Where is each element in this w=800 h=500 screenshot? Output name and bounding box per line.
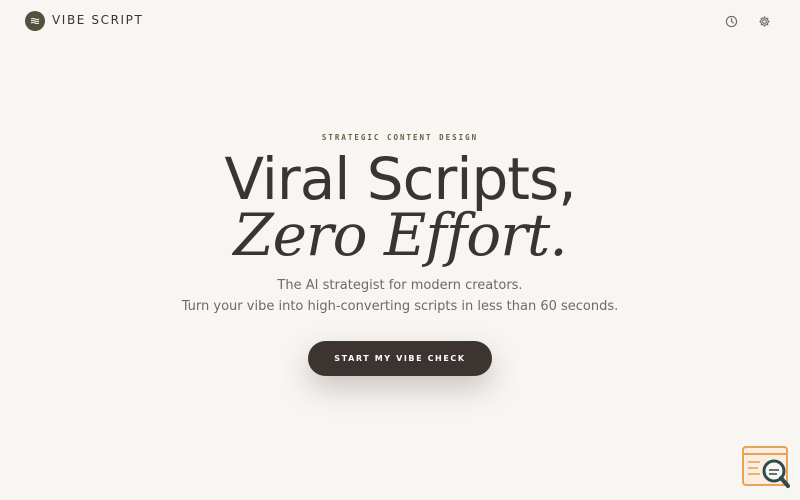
hero-subtitle-line1: The AI strategist for modern creators. [277, 278, 523, 293]
search-document-widget[interactable] [742, 446, 790, 490]
gear-icon [758, 15, 770, 27]
settings-button[interactable] [757, 14, 771, 28]
hero-subtitle-line2: Turn your vibe into high-converting scri… [181, 299, 619, 314]
header: VIBE SCRIPT [0, 0, 800, 42]
hero-title-line2: Zero Effort. [233, 201, 567, 269]
history-button[interactable] [724, 14, 738, 28]
page: VIBE SCRIPT STRATEGIC CONTENT DESIGN Vir… [0, 0, 800, 500]
waves-icon [30, 18, 40, 24]
search-document-icon [742, 446, 790, 488]
start-vibe-check-button[interactable]: START MY VIBE CHECK [308, 341, 492, 376]
logo[interactable] [25, 11, 45, 31]
eyebrow-label: STRATEGIC CONTENT DESIGN [321, 133, 479, 142]
clock-icon [725, 15, 737, 27]
brand-name: VIBE SCRIPT [52, 13, 144, 27]
